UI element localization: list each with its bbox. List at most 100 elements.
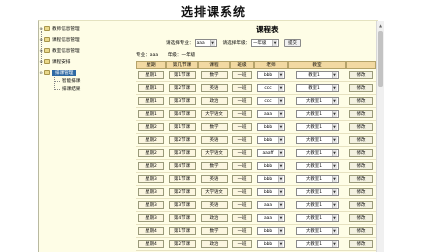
classroom-select[interactable]: 大教室1 ▼ [295, 188, 339, 196]
table-cell: 第4节课 [166, 108, 198, 121]
classroom-select[interactable]: 大教室1 ▼ [295, 201, 339, 209]
day-cell: 星期1 [138, 110, 164, 118]
day-cell-text: 星期3 [145, 190, 157, 195]
scrollbar-thumb[interactable] [378, 31, 383, 87]
table-cell: 星期4 [136, 238, 166, 251]
sidebar-item-auto-scheduling[interactable]: 智能排课 [62, 77, 80, 85]
teacher-select[interactable]: aaaff ▼ [257, 149, 285, 157]
edit-button[interactable]: 修改 [349, 97, 373, 105]
chevron-down-icon: ▼ [331, 137, 337, 143]
period-cell-text: 第1节课 [174, 73, 190, 78]
day-cell: 星期4 [138, 227, 164, 235]
course-cell: 大学语文 [200, 188, 228, 196]
table-cell: 大学语文 [198, 108, 230, 121]
teacher-select[interactable]: bbb ▼ [257, 71, 285, 79]
table-cell: 一班 [230, 108, 254, 121]
edit-button[interactable]: 修改 [349, 71, 373, 79]
edit-button[interactable]: 修改 [349, 240, 373, 248]
teacher-select[interactable]: aaa ▼ [257, 214, 285, 222]
grade-label: 请选择年级： [222, 41, 251, 46]
classroom-select[interactable]: 大教室1 ▼ [295, 123, 339, 131]
classroom-select[interactable]: 大教室1 ▼ [295, 149, 339, 157]
classroom-select[interactable]: 大教室1 ▼ [295, 175, 339, 183]
table-cell: 政治 [198, 212, 230, 225]
class-cell: 一班 [232, 162, 252, 170]
table-cell: 一班 [230, 238, 254, 251]
class-cell: 一班 [232, 175, 252, 183]
classroom-select-text: 大教室1 [306, 112, 322, 117]
classroom-select[interactable]: 教室1 ▼ [295, 71, 339, 79]
class-cell-text: 一班 [237, 99, 247, 104]
course-cell: 政治 [200, 214, 228, 222]
day-cell-text: 星期2 [145, 151, 157, 156]
teacher-select[interactable]: bbb ▼ [257, 123, 285, 131]
edit-button[interactable]: 修改 [349, 110, 373, 118]
course-cell-text: 英语 [209, 177, 219, 182]
edit-button-text: 修改 [356, 242, 366, 247]
classroom-select[interactable]: 大教室1 ▼ [295, 214, 339, 222]
teacher-select[interactable]: ccc ▼ [257, 97, 285, 105]
day-cell: 星期1 [138, 71, 164, 79]
header-day: 星期 [136, 61, 166, 69]
course-cell: 数学 [200, 227, 228, 235]
period-cell: 第1节课 [168, 227, 196, 235]
classroom-select[interactable]: 大教室1 ▼ [295, 240, 339, 248]
teacher-select-text: ccc [264, 98, 272, 104]
edit-button[interactable]: 修改 [349, 149, 373, 157]
period-cell-text: 第1节课 [174, 125, 190, 130]
classroom-select[interactable]: 大教室1 ▼ [295, 162, 339, 170]
classroom-select[interactable]: 大教室1 ▼ [295, 110, 339, 118]
submit-button[interactable]: 提交 [284, 39, 301, 47]
classroom-select[interactable]: 大教室1 ▼ [295, 97, 339, 105]
teacher-select[interactable]: bbb ▼ [257, 175, 285, 183]
table-cell: 第1节课 [166, 121, 198, 134]
teacher-select[interactable]: bbb ▼ [257, 227, 285, 235]
sidebar-item-teacher-info[interactable]: ⊕ 教师信息管理 [38, 24, 80, 33]
vertical-scrollbar[interactable]: ▲ [376, 21, 384, 252]
table-cell: 第3节课 [166, 95, 198, 108]
classroom-select[interactable]: 大教室1 ▼ [295, 136, 339, 144]
period-cell: 第1节课 [168, 175, 196, 183]
edit-button[interactable]: 修改 [349, 214, 373, 222]
edit-button[interactable]: 修改 [349, 227, 373, 235]
teacher-select-text: bbb [263, 176, 273, 182]
edit-button[interactable]: 修改 [349, 136, 373, 144]
table-cell: 第4节课 [166, 212, 198, 225]
sidebar-item-course-info[interactable]: ⊕ 课程信息管理 [38, 35, 80, 44]
teacher-select[interactable]: bbb ▼ [257, 136, 285, 144]
day-cell: 星期2 [138, 149, 164, 157]
chevron-down-icon: ▼ [331, 72, 337, 78]
teacher-select[interactable]: aaa ▼ [257, 201, 285, 209]
teacher-select[interactable]: ccc ▼ [257, 84, 285, 92]
sidebar-item-scheduling-management[interactable]: ⊖ 排课管理 [38, 68, 77, 77]
table-cell: 大教室1 ▼ [288, 95, 346, 108]
sidebar-item-scheduling-results[interactable]: 排课结果 [62, 85, 80, 93]
class-cell-text: 一班 [237, 242, 247, 247]
edit-button[interactable]: 修改 [349, 162, 373, 170]
class-cell: 一班 [232, 201, 252, 209]
day-cell-text: 星期4 [145, 242, 157, 247]
classroom-select[interactable]: 大教室1 ▼ [295, 227, 339, 235]
major-select[interactable]: aaa ▼ [194, 39, 217, 47]
teacher-select-text: bbb [263, 72, 273, 78]
teacher-select[interactable]: aaa ▼ [257, 110, 285, 118]
scroll-up-icon[interactable]: ▲ [377, 23, 384, 29]
table-cell: 星期1 [136, 95, 166, 108]
table-cell: 政治 [198, 95, 230, 108]
sidebar-item-course-arrangement[interactable]: ⊕ 课程安排 [38, 57, 70, 66]
edit-button[interactable]: 修改 [349, 188, 373, 196]
table-cell: 一班 [230, 225, 254, 238]
table-cell: 大教室1 ▼ [288, 121, 346, 134]
edit-button[interactable]: 修改 [349, 175, 373, 183]
edit-button[interactable]: 修改 [349, 84, 373, 92]
teacher-select[interactable]: bbb ▼ [257, 240, 285, 248]
classroom-select[interactable]: 教室1 ▼ [295, 84, 339, 92]
teacher-select[interactable]: bbb ▼ [257, 188, 285, 196]
edit-button[interactable]: 修改 [349, 201, 373, 209]
period-cell: 第4节课 [168, 162, 196, 170]
sidebar-item-classroom-info[interactable]: ⊕ 教室信息管理 [38, 46, 80, 55]
grade-select[interactable]: 一年级 ▼ [251, 39, 280, 47]
edit-button[interactable]: 修改 [349, 123, 373, 131]
teacher-select[interactable]: bbb ▼ [257, 162, 285, 170]
day-cell: 星期3 [138, 188, 164, 196]
